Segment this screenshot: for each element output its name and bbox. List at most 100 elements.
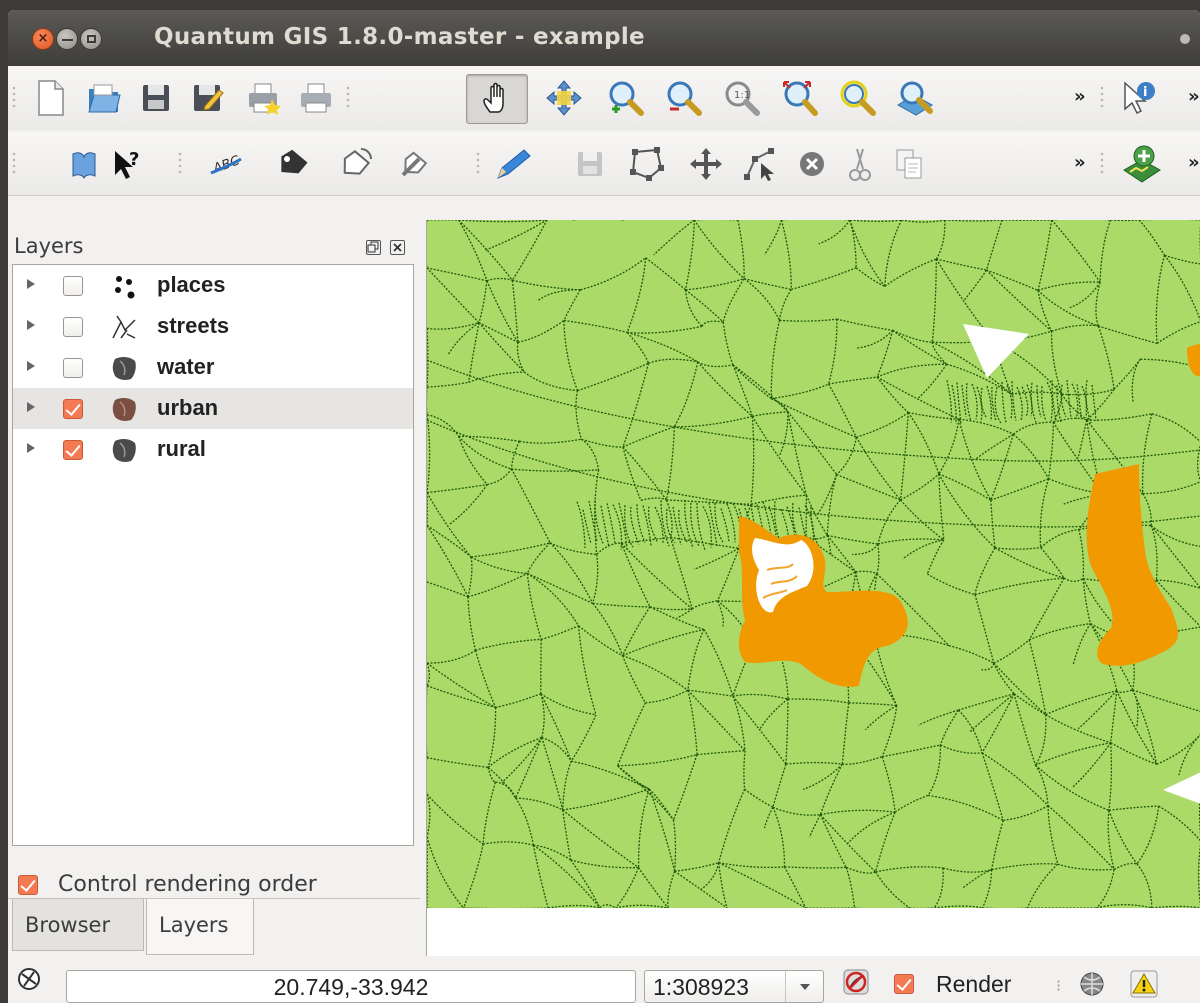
crs-status-icon[interactable] <box>1078 970 1106 998</box>
svg-text:i: i <box>1143 85 1147 100</box>
toolbar-overflow-button-4[interactable]: » <box>1188 152 1200 173</box>
print-composer-button[interactable] <box>242 76 286 120</box>
add-feature-button[interactable] <box>624 142 668 186</box>
copy-features-icon <box>896 149 922 179</box>
layer-row-urban[interactable]: urban <box>13 388 413 429</box>
node-tool-button[interactable] <box>738 142 782 186</box>
render-label: Render <box>936 971 1012 997</box>
cut-features-button[interactable] <box>838 142 882 186</box>
composer-manager-button[interactable] <box>294 76 338 120</box>
expand-arrow-icon[interactable] <box>27 361 35 371</box>
layers-panel-title: Layers <box>14 234 84 258</box>
move-label-icon <box>281 149 308 174</box>
window-maximize-button[interactable] <box>80 28 102 50</box>
layer-row-rural[interactable]: rural <box>13 429 413 470</box>
toolbar-overflow-button[interactable]: » <box>1074 86 1086 107</box>
map-rendering <box>427 220 1200 956</box>
open-table-button[interactable] <box>62 142 106 186</box>
move-feature-icon <box>690 148 722 180</box>
mouse-coordinates-icon[interactable] <box>16 966 42 992</box>
toolbar-grip[interactable] <box>346 85 350 111</box>
toolbar-grip[interactable] <box>12 85 16 111</box>
rotate-label-button[interactable] <box>334 142 378 186</box>
new-project-icon <box>38 80 64 116</box>
toggle-editing-button[interactable] <box>492 142 536 186</box>
point-layer-icon <box>115 276 135 299</box>
layer-name: streets <box>157 313 230 338</box>
layer-visibility-checkbox[interactable] <box>63 440 83 460</box>
whats-this-icon: ? <box>115 149 139 179</box>
copy-features-button[interactable] <box>888 142 932 186</box>
zoom-to-selection-icon <box>840 80 876 116</box>
window-close-button[interactable]: × <box>32 28 54 50</box>
new-project-button[interactable] <box>28 76 72 120</box>
status-grip: ⁝ <box>1056 976 1062 995</box>
minimize-icon <box>62 39 73 41</box>
save-edits-button[interactable] <box>568 142 612 186</box>
toolbar-grip[interactable] <box>1100 151 1104 177</box>
toolbar-overflow-button-3[interactable]: » <box>1074 152 1086 173</box>
layer-visibility-checkbox[interactable] <box>63 276 83 296</box>
zoom-to-selection-button[interactable] <box>836 76 880 120</box>
dropdown-arrow-icon[interactable] <box>785 971 823 1002</box>
zoom-in-icon <box>609 81 644 116</box>
layer-row-streets[interactable]: streets <box>13 306 413 347</box>
window-minimize-button[interactable] <box>56 28 78 50</box>
save-as-button[interactable] <box>186 76 230 120</box>
zoom-to-layer-icon <box>897 81 933 116</box>
coordinate-display[interactable]: 20.749,-33.942 <box>66 970 636 1003</box>
float-panel-button[interactable] <box>366 240 381 255</box>
delete-selected-button[interactable] <box>790 142 834 186</box>
qgis-window: × Quantum GIS 1.8.0-master - example 1:1… <box>8 10 1200 1003</box>
plugin-install-button[interactable] <box>1120 142 1164 186</box>
pan-to-selection-button[interactable] <box>542 76 586 120</box>
close-panel-button[interactable] <box>390 240 405 255</box>
zoom-in-button[interactable] <box>604 76 648 120</box>
layer-row-places[interactable]: places <box>13 265 413 306</box>
toolbar-grip[interactable] <box>12 151 16 177</box>
layer-visibility-checkbox[interactable] <box>63 358 83 378</box>
tab-layers[interactable]: Layers <box>146 899 254 955</box>
scale-value: 1:308923 <box>653 974 749 1000</box>
zoom-to-layer-button[interactable] <box>894 76 938 120</box>
map-canvas[interactable] <box>426 220 1200 956</box>
label-button[interactable]: ABC <box>204 142 248 186</box>
layer-visibility-checkbox[interactable] <box>63 399 83 419</box>
move-label-button[interactable] <box>270 142 314 186</box>
whats-this-button[interactable]: ? <box>106 142 150 186</box>
navigation-toolbar: 1:1 » i » <box>8 66 1200 130</box>
control-rendering-order-checkbox[interactable] <box>18 875 38 895</box>
pan-button[interactable] <box>466 74 528 124</box>
expand-arrow-icon[interactable] <box>27 279 35 289</box>
cut-features-icon <box>849 148 871 181</box>
toolbar-grip[interactable] <box>1100 85 1104 111</box>
toolbar-overflow-button-2[interactable]: » <box>1188 86 1200 107</box>
toolbar-grip[interactable] <box>476 151 480 177</box>
identify-button[interactable]: i <box>1116 76 1160 120</box>
label-properties-button[interactable] <box>394 142 438 186</box>
render-checkbox[interactable] <box>894 974 914 994</box>
stop-rendering-icon[interactable] <box>842 968 870 996</box>
delete-selected-icon <box>800 152 824 176</box>
pan-icon <box>483 82 504 113</box>
layer-row-water[interactable]: water <box>13 347 413 388</box>
zoom-full-button[interactable] <box>778 76 822 120</box>
dock-tabs: Browser Layers <box>8 898 420 956</box>
polygon-layer-icon <box>112 438 136 462</box>
save-project-button[interactable] <box>134 76 178 120</box>
expand-arrow-icon[interactable] <box>27 402 35 412</box>
zoom-native-button[interactable]: 1:1 <box>720 76 764 120</box>
warning-icon[interactable] <box>1130 970 1158 998</box>
open-project-button[interactable] <box>82 76 126 120</box>
expand-arrow-icon[interactable] <box>27 320 35 330</box>
toolbar-grip[interactable] <box>178 151 182 177</box>
plugin-install-icon <box>1123 145 1161 183</box>
zoom-out-button[interactable] <box>662 76 706 120</box>
scale-combobox[interactable]: 1:308923 <box>644 970 824 1003</box>
layer-visibility-checkbox[interactable] <box>63 317 83 337</box>
move-feature-button[interactable] <box>684 142 728 186</box>
tab-browser[interactable]: Browser <box>12 899 144 951</box>
status-bar: 20.749,-33.942 1:308923 Render ⁝ <box>8 956 1200 1003</box>
svg-text:1:1: 1:1 <box>734 90 750 101</box>
expand-arrow-icon[interactable] <box>27 443 35 453</box>
